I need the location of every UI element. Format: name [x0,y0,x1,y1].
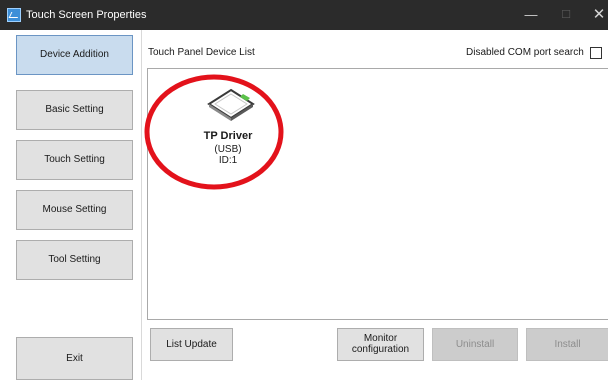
list-update-button[interactable]: List Update [150,328,233,361]
monitor-button-line2: configuration [351,344,410,355]
minimize-icon[interactable]: — [520,5,542,25]
monitor-button-line1: Monitor [363,333,398,344]
basic-setting-button[interactable]: Basic Setting [16,90,133,130]
window-title: Touch Screen Properties [26,9,147,21]
device-addition-button[interactable]: Device Addition [16,35,133,75]
device-list-label: Touch Panel Device List [148,47,255,58]
title-bar: Touch Screen Properties — ☐ ✕ [0,0,608,30]
sidebar: Device Addition Basic Setting Touch Sett… [0,30,142,380]
tool-setting-button[interactable]: Tool Setting [16,240,133,280]
close-icon[interactable]: ✕ [588,5,608,25]
touch-setting-button[interactable]: Touch Setting [16,140,133,180]
highlight-ring [144,74,284,190]
monitor-configuration-button[interactable]: Monitor configuration [337,328,424,361]
uninstall-button[interactable]: Uninstall [432,328,518,361]
mouse-setting-button[interactable]: Mouse Setting [16,190,133,230]
com-port-search-label: Disabled COM port search [466,47,584,58]
com-port-search-checkbox[interactable] [590,47,602,59]
install-button[interactable]: Install [526,328,608,361]
app-icon [7,8,21,22]
maximize-icon[interactable]: ☐ [555,5,577,25]
exit-button[interactable]: Exit [16,337,133,380]
